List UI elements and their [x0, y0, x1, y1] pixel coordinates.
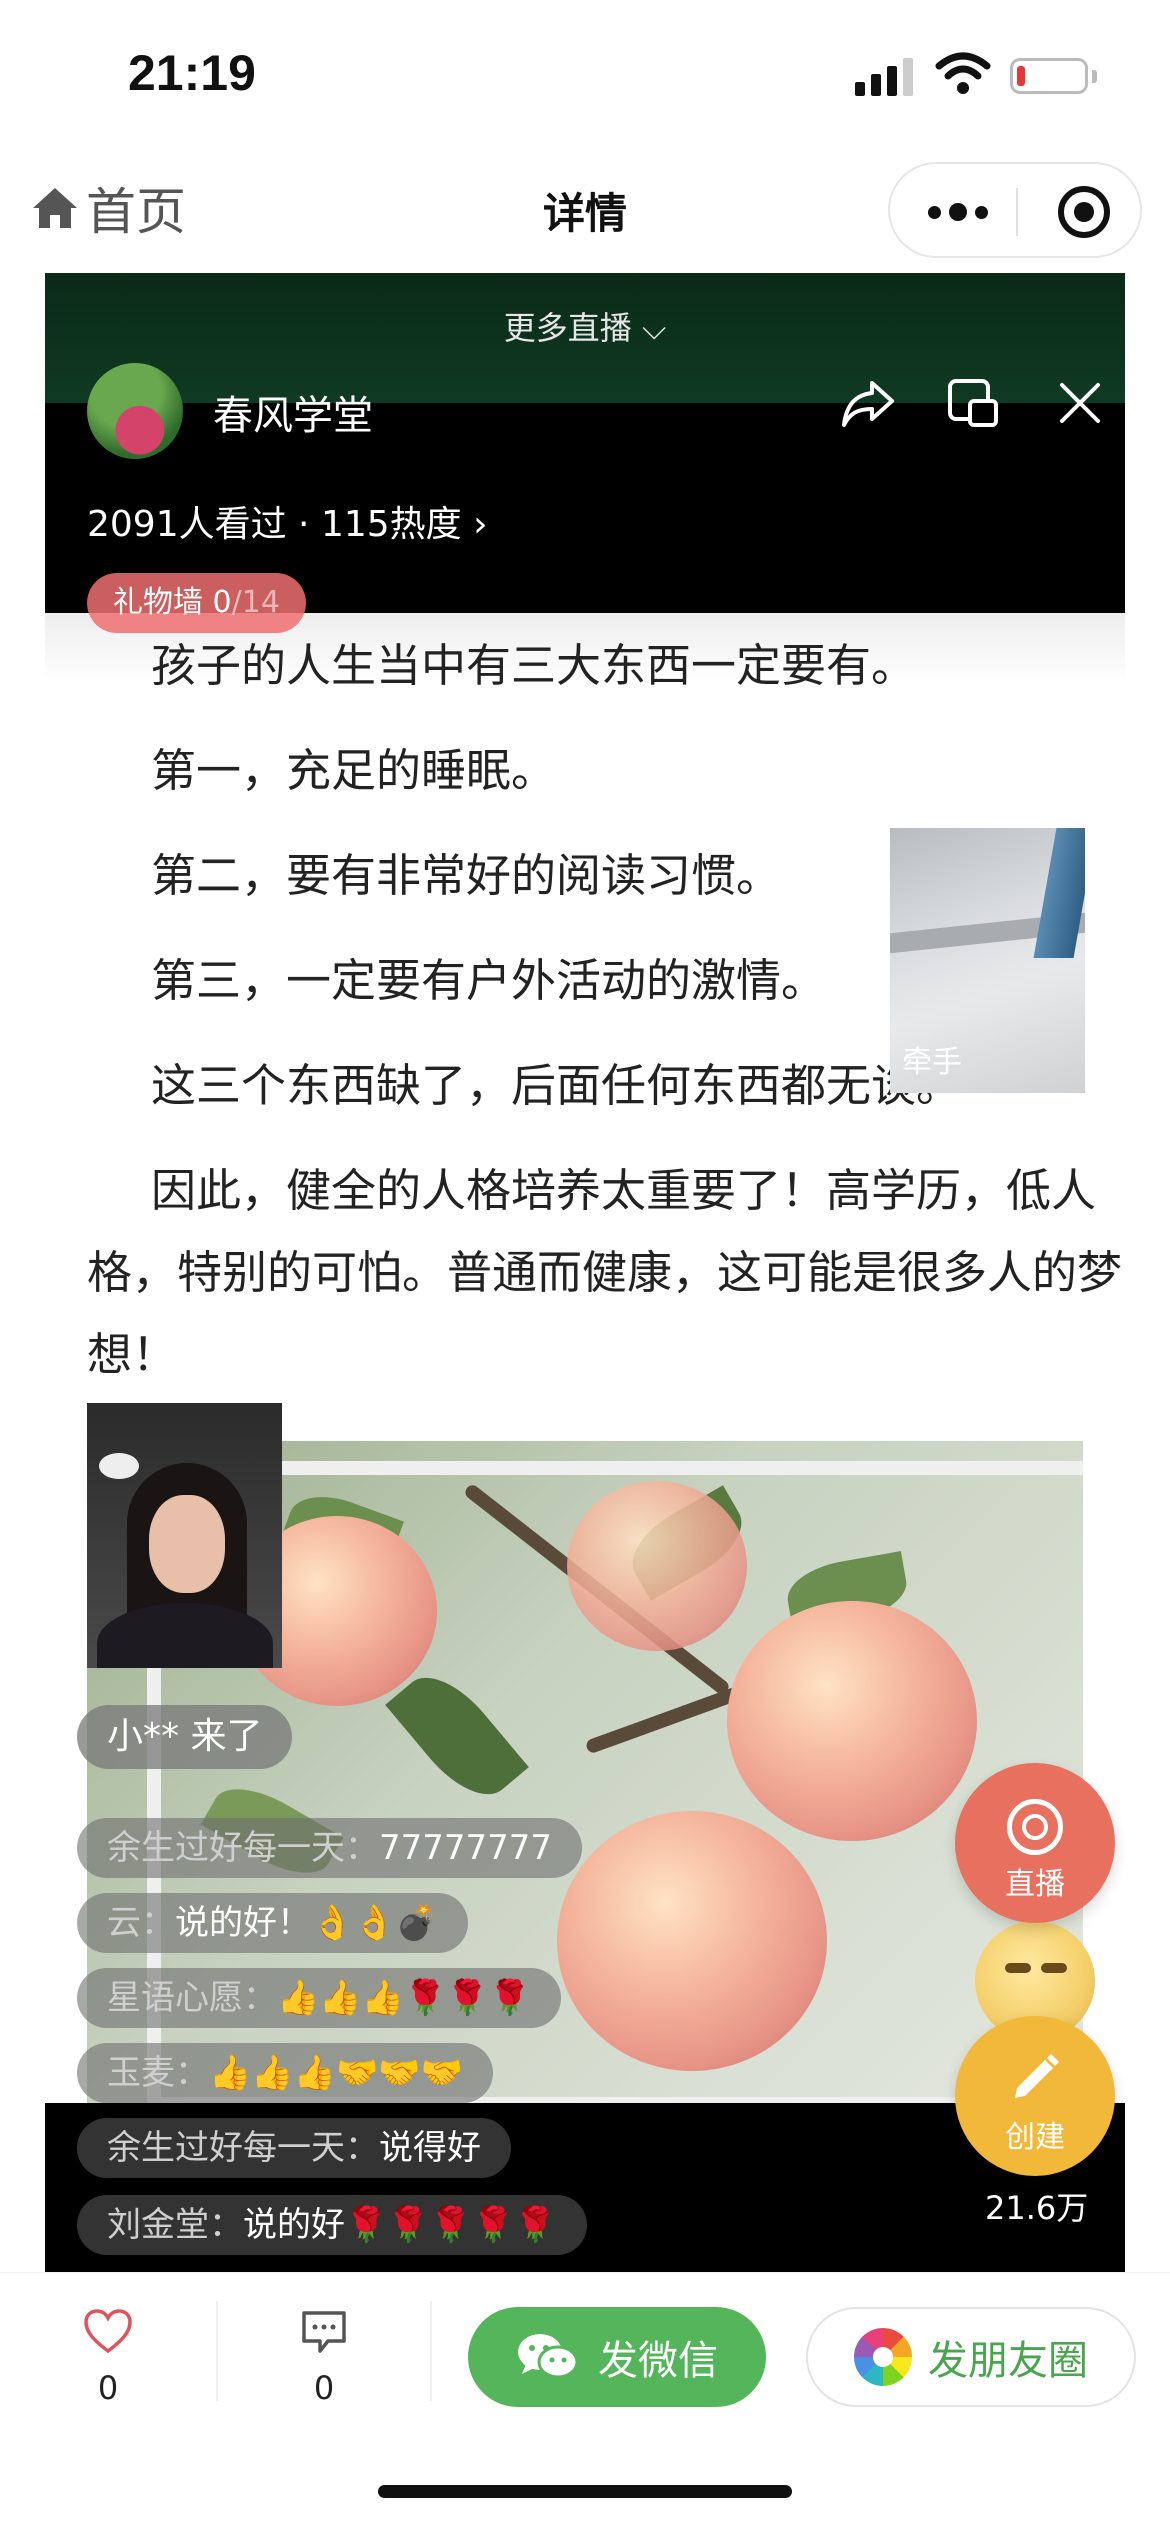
view-stats[interactable]: 2091人看过 · 115热度 ›: [87, 495, 488, 547]
like-count: 0: [97, 2369, 119, 2407]
live-panel: 更多直播 ⌵ 春风学堂 2091人看过 · 115热度 › 孩子的人生当中有三大…: [45, 273, 1125, 2273]
comment-icon: [302, 2311, 346, 2353]
create-fab-button[interactable]: 创建: [955, 2016, 1115, 2176]
comment-button[interactable]: 0: [264, 2297, 384, 2417]
host-name[interactable]: 春风学堂: [213, 383, 373, 441]
guest-video[interactable]: 牵手: [890, 828, 1085, 1093]
wechat-icon: [518, 2334, 579, 2379]
like-button[interactable]: 0: [48, 2297, 168, 2417]
status-time: 21:19: [128, 45, 256, 101]
share-icon[interactable]: [838, 373, 898, 433]
live-icon: [1007, 1799, 1063, 1855]
host-video[interactable]: [87, 1403, 282, 1668]
view-count: 21.6万: [985, 2189, 1089, 2227]
join-notice: 小** 来了: [77, 1705, 293, 1769]
record-icon[interactable]: [1058, 186, 1110, 238]
comment-chip: 刘金堂：说的好🌹🌹🌹🌹🌹: [77, 2195, 587, 2255]
slide-line: 第一，充足的睡眠。: [151, 744, 557, 797]
comment-chip: 玉麦：👍👍👍🤝🤝🤝: [77, 2043, 494, 2103]
send-wechat-button[interactable]: 发微信: [468, 2307, 766, 2407]
moments-label: 发朋友圈: [928, 2338, 1088, 2384]
battery-icon: [1010, 58, 1088, 94]
live-header: 更多直播 ⌵ 春风学堂 2091人看过 · 115热度 ›: [45, 273, 1125, 613]
comment-chip: 余生过好每一天：说得好: [77, 2118, 511, 2178]
share-moments-button[interactable]: 发朋友圈: [806, 2307, 1136, 2407]
guest-label: 牵手: [902, 1045, 962, 1080]
comment-count: 0: [313, 2369, 335, 2407]
comment-chip: 星语心愿：👍👍👍🌹🌹🌹: [77, 1968, 562, 2028]
pip-icon[interactable]: [944, 373, 1004, 433]
miniapp-capsule: [888, 162, 1142, 258]
wechat-label: 发微信: [598, 2338, 718, 2384]
nav-bar: 首页 详情: [0, 150, 1170, 268]
more-dots-icon[interactable]: [928, 200, 988, 224]
pencil-icon: [1015, 2054, 1059, 2098]
status-bar: 21:19: [0, 0, 1170, 150]
close-icon[interactable]: [1050, 373, 1110, 433]
live-fab-button[interactable]: 直播: [955, 1763, 1115, 1923]
moments-icon: [854, 2328, 912, 2386]
home-indicator: [378, 2485, 792, 2498]
comment-chip: 余生过好每一天：77777777: [77, 1818, 583, 1878]
comment-chip: 云：说的好！👌👌💣: [77, 1893, 469, 1953]
signal-icon: [855, 56, 915, 96]
wifi-icon: [935, 52, 991, 94]
gift-wall-badge[interactable]: 礼物墙 0/14: [87, 573, 306, 633]
heart-icon: [84, 2309, 132, 2354]
slide-paragraph: 因此，健全的人格培养太重要了！高学历，低人格，特别的可怕。普通而健康，这可能是很…: [87, 1164, 1123, 1381]
host-avatar[interactable]: [87, 363, 183, 459]
more-live-button[interactable]: 更多直播 ⌵: [45, 303, 1125, 349]
